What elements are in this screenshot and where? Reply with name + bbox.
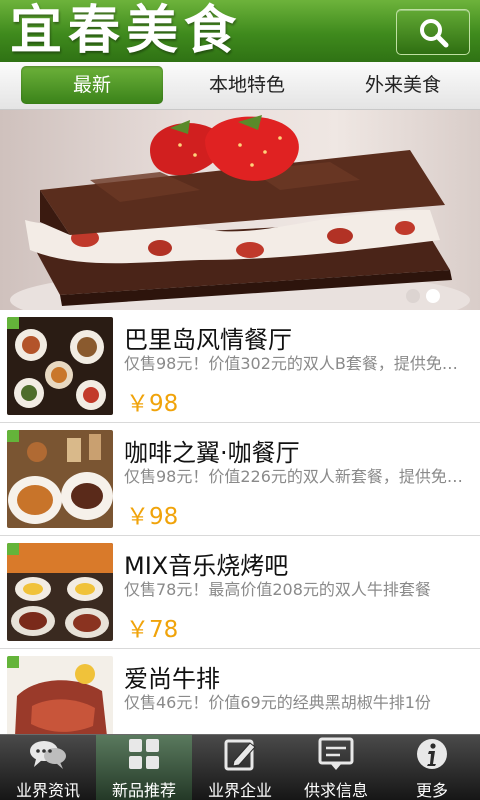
nav-industry-news[interactable]: 业界资讯: [0, 735, 96, 800]
food-thumbnail: [7, 430, 113, 528]
chat-bubbles-icon: [30, 741, 66, 769]
food-thumbnail: [7, 317, 113, 415]
nav-industry-companies[interactable]: 业界企业: [192, 735, 288, 800]
info-icon: [417, 739, 447, 769]
tab-latest[interactable]: 最新: [21, 66, 163, 104]
badge-icon: [7, 317, 19, 329]
nav-label: 业界企业: [207, 781, 272, 800]
item-price: ￥98: [126, 391, 179, 417]
search-button[interactable]: [396, 9, 470, 55]
list-item[interactable]: 咖啡之翼·咖餐厅 仅售98元！价值226元的双人新套餐，提供免费WiFi ￥98: [0, 423, 480, 536]
item-description: 仅售78元！最高价值208元的双人牛排套餐: [124, 580, 431, 599]
carousel-dot[interactable]: [406, 289, 420, 303]
nav-new-products[interactable]: 新品推荐: [96, 735, 192, 800]
badge-icon: [7, 656, 19, 668]
tab-foreign-food[interactable]: 外来美食: [330, 62, 476, 110]
item-description: 仅售98元！价值226元的双人新套餐，提供免费WiFi: [124, 467, 472, 486]
grid-icon: [129, 739, 159, 769]
badge-icon: [7, 430, 19, 442]
item-price: ￥98: [126, 504, 179, 530]
restaurant-list: 巴里岛风情餐厅 仅售98元！价值302元的双人B套餐，提供免费WiFi ￥98 …: [0, 310, 480, 734]
food-thumbnail: [7, 656, 113, 734]
app-header: 宜春美食: [0, 0, 480, 62]
food-thumbnail: [7, 543, 113, 641]
nav-more[interactable]: 更多: [384, 735, 480, 800]
item-description: 仅售98元！价值302元的双人B套餐，提供免费WiFi: [124, 354, 472, 373]
bottom-navigation: 业界资讯 新品推荐 业界企业 供求信息 更多: [0, 734, 480, 800]
nav-label: 更多: [415, 781, 448, 800]
list-item[interactable]: MIX音乐烧烤吧 仅售78元！最高价值208元的双人牛排套餐 ￥78: [0, 536, 480, 649]
item-description: 仅售46元！价值69元的经典黑胡椒牛排1份: [124, 693, 431, 712]
list-item[interactable]: 爱尚牛排 仅售46元！价值69元的经典黑胡椒牛排1份: [0, 649, 480, 734]
nav-label: 业界资讯: [15, 781, 80, 800]
nav-label: 新品推荐: [111, 781, 176, 800]
carousel-indicator: [400, 288, 440, 307]
nav-supply-demand[interactable]: 供求信息: [288, 735, 384, 800]
category-tabs: 最新 本地特色 外来美食: [0, 62, 480, 110]
search-icon: [420, 19, 449, 48]
cake-image: [10, 115, 470, 310]
list-item[interactable]: 巴里岛风情餐厅 仅售98元！价值302元的双人B套餐，提供免费WiFi ￥98: [0, 310, 480, 423]
tab-local-specialty[interactable]: 本地特色: [175, 62, 319, 110]
edit-icon: [224, 739, 256, 771]
message-icon: [318, 737, 354, 770]
carousel-dot-active[interactable]: [426, 289, 440, 303]
nav-label: 供求信息: [303, 781, 368, 800]
item-price: ￥78: [126, 617, 179, 643]
badge-icon: [7, 543, 19, 555]
featured-banner[interactable]: [0, 110, 480, 310]
app-title: 宜春美食: [10, 0, 243, 61]
